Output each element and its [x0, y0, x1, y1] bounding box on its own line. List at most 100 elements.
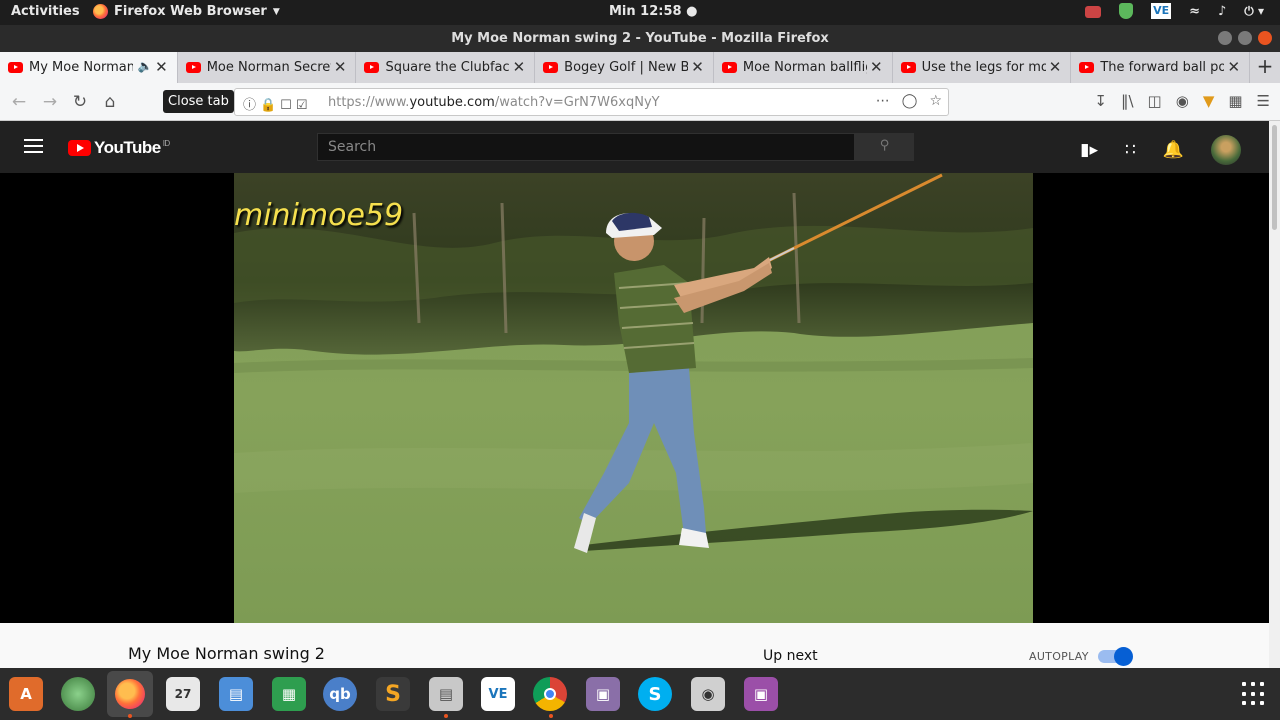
running-indicator	[444, 714, 448, 718]
close-tab-icon[interactable]: ✕	[1049, 58, 1062, 76]
close-tab-icon[interactable]: ✕	[155, 58, 168, 76]
youtube-logo[interactable]: YouTube ID	[68, 138, 170, 158]
firefox-dock-icon[interactable]	[107, 671, 153, 717]
back-arrow-icon[interactable]: ←	[9, 92, 29, 112]
minimize-button[interactable]	[1218, 31, 1232, 45]
ve-app-icon[interactable]: VE	[481, 677, 515, 711]
autoplay-toggle[interactable]	[1098, 647, 1133, 666]
notifications-bell-icon[interactable]: 🔔	[1163, 140, 1184, 160]
power-menu-icon[interactable]: ⏻ ▾	[1244, 4, 1264, 19]
skype-icon[interactable]: S	[638, 677, 672, 711]
page-actions-icon[interactable]: ⋯	[876, 93, 890, 109]
screen-record-icon[interactable]	[1085, 6, 1102, 18]
youtube-favicon-icon	[721, 62, 737, 73]
speaker-icon[interactable]: 🔈	[138, 59, 153, 73]
system-tray[interactable]: VE ≈ ♪ ⏻ ▾	[1085, 3, 1264, 19]
globe-app-icon[interactable]	[61, 677, 95, 711]
apps-grid-icon[interactable]: ∷	[1125, 140, 1136, 160]
hamburger-menu-icon[interactable]	[24, 139, 43, 157]
chevron-down-icon: ▼	[272, 6, 280, 17]
extension-icon[interactable]: ▼	[1203, 92, 1215, 110]
sublime-text-icon[interactable]: S	[376, 677, 410, 711]
account-icon[interactable]: ◉	[1176, 92, 1189, 110]
document-viewer-icon[interactable]: ▤	[219, 677, 253, 711]
avatar[interactable]	[1211, 135, 1241, 165]
volume-icon[interactable]: ♪	[1218, 4, 1226, 19]
toggle-knob	[1114, 647, 1133, 666]
extensions-icon[interactable]: ▦	[1228, 92, 1242, 110]
shield-icon[interactable]	[1119, 3, 1134, 19]
close-tab-icon[interactable]: ✕	[691, 58, 704, 76]
tab[interactable]: The forward ball position ✕	[1071, 52, 1251, 83]
search-button[interactable]: ⚲	[855, 133, 914, 161]
menu-icon[interactable]: ☰	[1257, 92, 1270, 110]
url-text[interactable]: https://www.youtube.com/watch?v=GrN7W6xq…	[328, 95, 660, 110]
close-window-button[interactable]	[1258, 31, 1272, 45]
tab[interactable]: Moe Norman Secret ✕	[178, 52, 357, 83]
tab[interactable]: Bogey Golf | New Ball ✕	[535, 52, 714, 83]
download-icon[interactable]: ↧	[1094, 92, 1107, 110]
file-manager-icon[interactable]: ▤	[429, 677, 463, 711]
pocket-icon[interactable]: ◯	[902, 93, 918, 109]
youtube-favicon-icon	[1079, 62, 1095, 73]
youtube-favicon-icon	[185, 62, 201, 73]
tab-label: Moe Norman Secret	[206, 60, 331, 75]
bookmark-star-icon[interactable]: ☆	[929, 93, 942, 109]
forward-arrow-icon[interactable]: →	[40, 92, 60, 112]
create-video-icon[interactable]: ▮▸	[1080, 140, 1098, 160]
tab[interactable]: Moe Norman ballflight ✕	[714, 52, 893, 83]
youtube-favicon-icon	[8, 62, 23, 73]
clock[interactable]: Min 12:58 ●	[609, 4, 697, 19]
sidebar-icon[interactable]: ◫	[1148, 92, 1162, 110]
reload-icon[interactable]: ↻	[70, 92, 90, 112]
home-icon[interactable]: ⌂	[100, 92, 120, 112]
maximize-button[interactable]	[1238, 31, 1252, 45]
show-applications-icon[interactable]	[1242, 682, 1266, 706]
window-titlebar[interactable]: My Moe Norman swing 2 - YouTube - Mozill…	[0, 25, 1280, 52]
toolbar-icons: ↧ ‖\ ◫ ◉ ▼ ▦ ☰	[1094, 92, 1270, 110]
youtube-favicon-icon	[900, 62, 916, 73]
video-frame[interactable]: minimoe59	[234, 173, 1033, 623]
close-tab-tooltip: Close tab	[163, 90, 234, 113]
navigation-toolbar: ← → ↻ ⌂ Close tab ⓘ🔒☐☑ https://www.youtu…	[0, 83, 1280, 121]
youtube-favicon-icon	[364, 62, 380, 73]
spreadsheet-icon[interactable]: ▦	[272, 677, 306, 711]
scrollbar-thumb[interactable]	[1272, 125, 1277, 230]
calendar-icon[interactable]: 27	[166, 677, 200, 711]
youtube-logo-text: YouTube	[94, 138, 161, 157]
tab[interactable]: My Moe Norman swing 2 🔈 ✕	[0, 52, 178, 83]
wifi-icon[interactable]: ≈	[1189, 4, 1200, 19]
app-menu[interactable]: Firefox Web Browser ▼	[93, 4, 280, 19]
library-icon[interactable]: ‖\	[1121, 92, 1134, 110]
tab[interactable]: Square the Clubface ✕	[356, 52, 536, 83]
channel-watermark: minimoe59	[234, 198, 404, 233]
tab-label: The forward ball position	[1100, 60, 1225, 75]
video-player[interactable]: minimoe59	[0, 173, 1269, 623]
software-center-icon[interactable]: A	[9, 677, 43, 711]
site-info-icons[interactable]: ⓘ🔒☐☑	[243, 94, 312, 113]
qbittorrent-icon[interactable]: qb	[323, 677, 357, 711]
tab-label: My Moe Norman swing 2	[29, 60, 133, 75]
screenshot-tool-icon[interactable]: ▣	[586, 677, 620, 711]
golf-swing-scene	[234, 173, 1033, 623]
tab[interactable]: Use the legs for more ✕	[893, 52, 1072, 83]
tab-bar: My Moe Norman swing 2 🔈 ✕ Moe Norman Sec…	[0, 52, 1280, 83]
new-tab-button[interactable]: +	[1250, 52, 1280, 83]
search-input[interactable]: Search	[317, 133, 855, 161]
close-tab-icon[interactable]: ✕	[334, 58, 347, 76]
chrome-icon[interactable]	[533, 677, 567, 711]
close-tab-icon[interactable]: ✕	[870, 58, 883, 76]
video-title: My Moe Norman swing 2	[128, 644, 325, 663]
ubuntu-dock: A 27 ▤ ▦ qb S ▤ VE ▣ S ◉ ▣	[0, 668, 1280, 720]
address-bar[interactable]: ⓘ🔒☐☑ https://www.youtube.com/watch?v=GrN…	[234, 88, 949, 116]
autoplay-label: AUTOPLAY	[1029, 650, 1089, 663]
activities-button[interactable]: Activities	[11, 4, 80, 19]
close-tab-icon[interactable]: ✕	[1227, 58, 1240, 76]
page-scrollbar[interactable]	[1269, 121, 1280, 668]
tab-label: Square the Clubface	[385, 60, 510, 75]
up-next-heading: Up next	[763, 648, 818, 664]
ve-tray-icon[interactable]: VE	[1151, 3, 1172, 19]
video-editor-icon[interactable]: ▣	[744, 677, 778, 711]
close-tab-icon[interactable]: ✕	[513, 58, 526, 76]
camera-app-icon[interactable]: ◉	[691, 677, 725, 711]
